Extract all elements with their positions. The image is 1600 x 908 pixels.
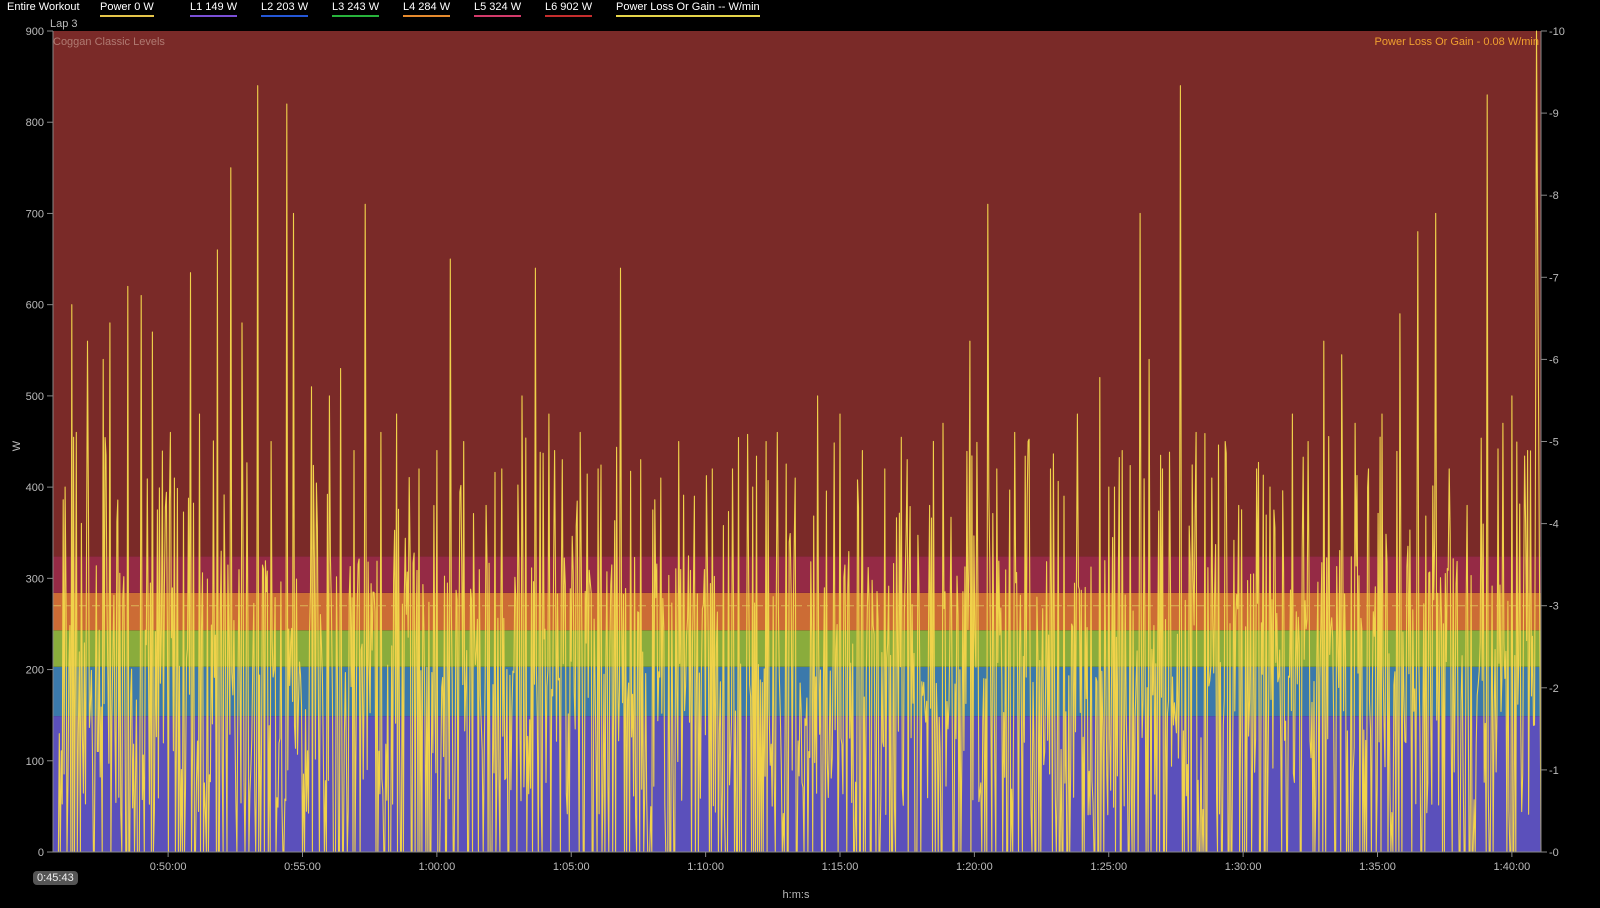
x-tick-label: 1:15:00	[822, 861, 859, 873]
y2-tick-label: -7	[1549, 272, 1559, 284]
y-tick-label: 400	[26, 482, 44, 494]
y2-tick-label: -1	[1549, 765, 1559, 777]
zone-scheme-label: Coggan Classic Levels	[53, 36, 165, 48]
y-axis-title: W	[11, 440, 23, 451]
y2-tick-label: -9	[1549, 108, 1559, 120]
zone-band-l6	[53, 31, 1541, 557]
y-tick-label: 700	[26, 208, 44, 220]
y-tick-label: 600	[26, 300, 44, 312]
x-tick-label: 0:55:00	[284, 861, 321, 873]
x-tick-label: 1:00:00	[419, 861, 456, 873]
y-tick-label: 100	[26, 756, 44, 768]
y2-tick-label: -4	[1549, 519, 1559, 531]
x-tick-label: 0:50:00	[150, 861, 187, 873]
x-tick-label: 1:25:00	[1090, 861, 1127, 873]
x-axis-title: h:m:s	[783, 889, 810, 901]
y2-tick-label: -6	[1549, 354, 1559, 366]
y2-tick-label: -0	[1549, 847, 1559, 859]
x-tick-label: 1:20:00	[956, 861, 993, 873]
y-tick-label: 900	[26, 26, 44, 38]
x-tick-label: 1:30:00	[1225, 861, 1262, 873]
y-tick-label: 500	[26, 391, 44, 403]
y-tick-label: 200	[26, 665, 44, 677]
x-tick-label: 1:05:00	[553, 861, 590, 873]
y2-tick-label: -2	[1549, 683, 1559, 695]
x-tick-label: 1:35:00	[1359, 861, 1396, 873]
y-tick-label: 800	[26, 117, 44, 129]
power-chart[interactable]: 0 100 200 300 400 500 600 700 800 900 -0 -1 -2 -3 -4 -5…	[0, 0, 1600, 908]
y2-tick-label: -8	[1549, 190, 1559, 202]
y-tick-label: 0	[38, 847, 44, 859]
y-tick-label: 300	[26, 573, 44, 585]
y2-tick-label: -10	[1549, 26, 1565, 38]
x-tick-label: 1:40:00	[1494, 861, 1531, 873]
x-tick-label: 1:10:00	[687, 861, 724, 873]
secondary-series-label: Power Loss Or Gain - 0.08 W/min	[1375, 36, 1539, 48]
cursor-time-badge: 0:45:43	[33, 871, 78, 885]
y2-tick-label: -5	[1549, 437, 1559, 449]
y2-tick-label: -3	[1549, 601, 1559, 613]
